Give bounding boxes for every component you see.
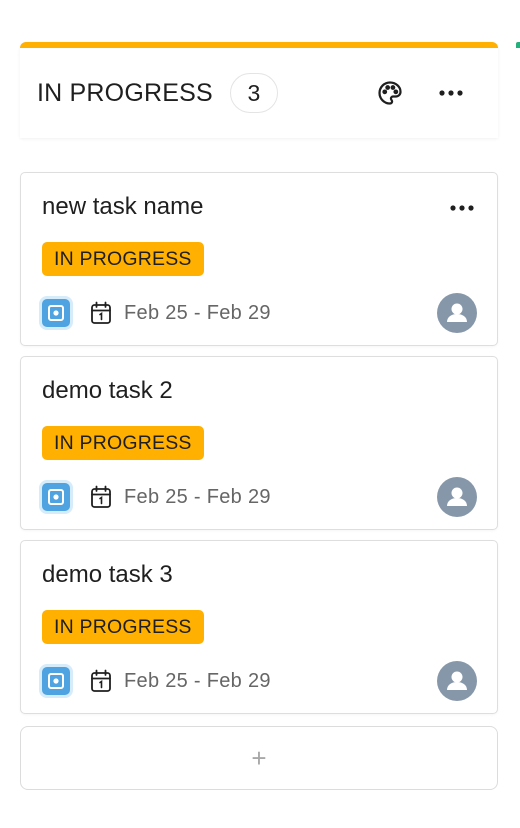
status-tag[interactable]: IN PROGRESS — [42, 610, 204, 644]
more-horizontal-icon[interactable] — [438, 89, 464, 97]
status-tag[interactable]: IN PROGRESS — [42, 242, 204, 276]
card-footer: Feb 25 - Feb 29 — [42, 477, 477, 517]
add-card-button[interactable]: + — [20, 726, 498, 790]
task-type-icon — [42, 667, 70, 695]
status-tag[interactable]: IN PROGRESS — [42, 426, 204, 460]
user-avatar-icon[interactable] — [437, 661, 477, 701]
card-footer: Feb 25 - Feb 29 — [42, 293, 477, 333]
date-range: Feb 25 - Feb 29 — [124, 301, 271, 324]
user-avatar-icon[interactable] — [437, 477, 477, 517]
card-more-icon[interactable] — [449, 199, 475, 217]
calendar-icon — [90, 485, 112, 509]
calendar-icon — [90, 301, 112, 325]
kanban-column-in-progress: IN PROGRESS 3 new task name IN PROGRESS … — [20, 42, 498, 790]
user-avatar-icon[interactable] — [437, 293, 477, 333]
date-range: Feb 25 - Feb 29 — [124, 485, 271, 508]
column-header: IN PROGRESS 3 — [20, 42, 498, 138]
task-type-icon — [42, 483, 70, 511]
task-type-icon — [42, 299, 70, 327]
card-footer: Feb 25 - Feb 29 — [42, 661, 477, 701]
task-title[interactable]: demo task 3 — [42, 561, 173, 589]
date-range: Feb 25 - Feb 29 — [124, 669, 271, 692]
task-card[interactable]: demo task 3 IN PROGRESS Feb 25 - Feb 29 — [20, 540, 498, 714]
column-title: IN PROGRESS — [37, 78, 213, 107]
palette-icon[interactable] — [376, 79, 404, 107]
task-card[interactable]: new task name IN PROGRESS Feb 25 - Feb 2… — [20, 172, 498, 346]
next-column-accent-edge — [516, 42, 520, 48]
card-list: new task name IN PROGRESS Feb 25 - Feb 2… — [20, 172, 498, 714]
task-title[interactable]: demo task 2 — [42, 377, 173, 405]
column-header-actions — [376, 79, 482, 107]
task-card[interactable]: demo task 2 IN PROGRESS Feb 25 - Feb 29 — [20, 356, 498, 530]
column-count-badge: 3 — [229, 73, 278, 113]
task-title[interactable]: new task name — [42, 193, 203, 221]
calendar-icon — [90, 669, 112, 693]
